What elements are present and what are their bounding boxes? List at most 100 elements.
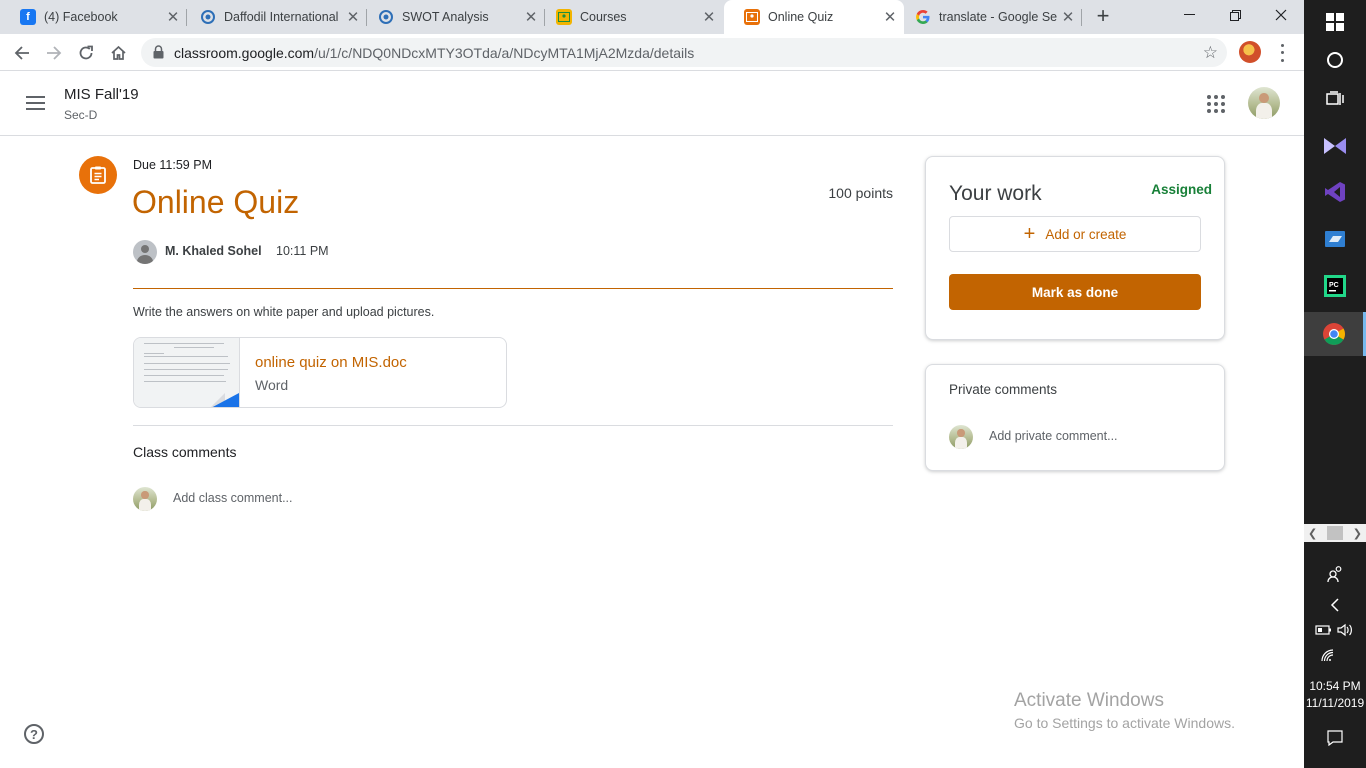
close-window-button[interactable]	[1258, 0, 1304, 30]
add-or-create-label: Add or create	[1045, 226, 1127, 242]
bookmark-star-icon[interactable]: ☆	[1203, 43, 1218, 63]
facebook-icon: f	[20, 9, 36, 25]
tab-title: Online Quiz	[768, 10, 834, 24]
private-comment-input[interactable]	[989, 429, 1189, 443]
scrollbar-thumb[interactable]	[1327, 526, 1343, 540]
chevron-left-icon[interactable]: ❮	[1308, 527, 1317, 540]
private-comments-card: Private comments	[925, 364, 1225, 471]
assignment-icon	[79, 156, 117, 194]
lock-icon[interactable]	[153, 45, 164, 64]
tab-swot[interactable]: SWOT Analysis ✕	[358, 0, 545, 34]
tab-title: (4) Facebook	[44, 10, 118, 24]
taskbar-scrollbar[interactable]: ❮ ❯	[1304, 524, 1366, 542]
divider	[133, 425, 893, 426]
chrome-menu-icon[interactable]	[1275, 42, 1289, 64]
arrow-right-icon	[47, 46, 62, 60]
reload-button[interactable]	[73, 40, 99, 66]
google-icon	[915, 9, 931, 25]
assignment-instructions: Write the answers on white paper and upl…	[133, 305, 435, 319]
tab-online-quiz[interactable]: Online Quiz ✕	[724, 0, 904, 34]
minimize-button[interactable]	[1166, 0, 1212, 30]
word-doc-icon	[209, 393, 239, 407]
taskbar-clock[interactable]: 10:54 PM 11/11/2019	[1304, 678, 1366, 712]
google-classroom-icon	[556, 9, 572, 25]
people-icon[interactable]	[1304, 565, 1366, 583]
watermark-line-2: Go to Settings to activate Windows.	[1014, 715, 1235, 731]
wifi-icon[interactable]	[1304, 648, 1366, 662]
close-tab-icon[interactable]: ✕	[1060, 8, 1076, 26]
commenter-avatar	[133, 487, 157, 511]
pycharm-icon[interactable]: PC	[1304, 264, 1366, 308]
visual-studio-2019-icon[interactable]	[1304, 170, 1366, 214]
home-icon	[110, 45, 126, 60]
chrome-icon[interactable]	[1304, 312, 1366, 356]
divider	[133, 288, 893, 289]
clock-date: 11/11/2019	[1305, 696, 1365, 710]
close-tab-icon[interactable]: ✕	[701, 8, 717, 26]
restore-button[interactable]	[1212, 0, 1258, 30]
tab-title: Daffodil International	[224, 10, 339, 24]
author-name: M. Khaled Sohel	[165, 244, 262, 258]
watermark-line-1: Activate Windows	[1014, 690, 1164, 711]
attachment-type: Word	[255, 377, 289, 393]
attachment-card[interactable]: online quiz on MIS.doc Word	[133, 337, 507, 408]
windows-taskbar: PC ❮ ❯ 10:54 PM 11/11/2019	[1304, 0, 1366, 768]
forward-button[interactable]	[41, 40, 67, 66]
account-avatar[interactable]	[1248, 87, 1280, 119]
daffodil-moodle-icon	[200, 9, 216, 25]
terminal-icon[interactable]	[1304, 217, 1366, 261]
classroom-header: MIS Fall'19 Sec-D	[0, 71, 1304, 136]
class-comments-heading: Class comments	[133, 444, 237, 460]
cortana-icon[interactable]	[1304, 38, 1366, 82]
chrome-profile-avatar[interactable]	[1239, 41, 1261, 63]
tab-title: Courses	[580, 10, 627, 24]
tab-facebook[interactable]: f (4) Facebook ✕	[0, 0, 187, 34]
chevron-left-icon[interactable]	[1304, 598, 1366, 612]
home-button[interactable]	[105, 40, 131, 66]
posted-time: 10:11 PM	[276, 244, 329, 258]
reload-icon	[79, 45, 93, 60]
add-or-create-button[interactable]: + Add or create	[949, 216, 1201, 252]
assignment-title: Online Quiz	[132, 184, 300, 220]
task-view-icon[interactable]	[1304, 77, 1366, 121]
class-section: Sec-D	[64, 108, 98, 122]
new-tab-button[interactable]: +	[1092, 5, 1114, 27]
daffodil-moodle-icon	[378, 9, 394, 25]
tab-title: translate - Google Se	[939, 10, 1058, 24]
tab-courses[interactable]: Courses ✕	[536, 0, 723, 34]
class-name[interactable]: MIS Fall'19	[64, 86, 139, 103]
browser-window: f (4) Facebook ✕ Daffodil International …	[0, 0, 1304, 768]
attachment-name[interactable]: online quiz on MIS.doc	[255, 354, 407, 371]
due-date: Due 11:59 PM	[133, 158, 212, 172]
tab-translate[interactable]: translate - Google Se ✕	[895, 0, 1082, 34]
google-classroom-icon	[744, 9, 760, 25]
action-center-icon[interactable]	[1304, 730, 1366, 746]
google-apps-icon[interactable]	[1207, 95, 1225, 113]
close-tab-icon[interactable]: ✕	[165, 8, 181, 26]
url-text[interactable]: classroom.google.com/u/1/c/NDQ0NDcxMTY3O…	[174, 45, 694, 61]
mark-as-done-button[interactable]: Mark as done	[949, 274, 1201, 310]
author-avatar	[133, 240, 157, 264]
commenter-avatar	[949, 425, 973, 449]
your-work-title: Your work	[949, 182, 1042, 205]
help-icon[interactable]: ?	[24, 724, 44, 744]
battery-volume-icons[interactable]	[1304, 622, 1366, 638]
svg-text:PC: PC	[1329, 282, 1339, 289]
main-menu-icon[interactable]	[26, 96, 45, 110]
visual-studio-icon[interactable]	[1304, 124, 1366, 168]
back-button[interactable]	[9, 40, 35, 66]
private-comments-title: Private comments	[949, 382, 1058, 397]
tab-strip: f (4) Facebook ✕ Daffodil International …	[0, 0, 1304, 34]
browser-toolbar: classroom.google.com/u/1/c/NDQ0NDcxMTY3O…	[0, 34, 1304, 71]
tab-title: SWOT Analysis	[402, 10, 489, 24]
your-work-card: Your work Assigned + Add or create Mark a…	[925, 156, 1225, 340]
assignment-points: 100 points	[828, 185, 893, 201]
tab-daffodil[interactable]: Daffodil International ✕	[180, 0, 367, 34]
status-badge: Assigned	[1151, 182, 1212, 197]
arrow-left-icon	[14, 46, 29, 60]
activate-windows-watermark: Activate Windows Go to Settings to activ…	[1014, 690, 1235, 731]
attachment-thumbnail[interactable]	[134, 338, 240, 407]
class-comment-input[interactable]	[173, 491, 473, 505]
chevron-right-icon[interactable]: ❯	[1353, 527, 1362, 540]
address-bar[interactable]: classroom.google.com/u/1/c/NDQ0NDcxMTY3O…	[141, 38, 1227, 67]
